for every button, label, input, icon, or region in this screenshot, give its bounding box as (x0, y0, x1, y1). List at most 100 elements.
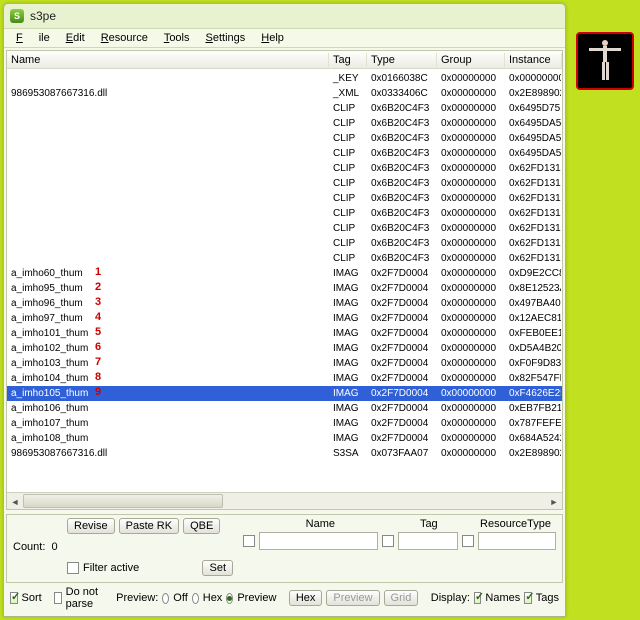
col-type[interactable]: Type (367, 53, 437, 67)
scroll-right-icon[interactable]: ► (546, 493, 562, 510)
table-row[interactable]: a_imho102_thumIMAG0x2F7D00040x000000000x… (7, 341, 562, 356)
tags-checkbox[interactable] (524, 592, 532, 604)
table-row[interactable]: CLIP0x6B20C4F30x000000000x6495DA51437878 (7, 116, 562, 131)
set-button[interactable]: Set (202, 560, 233, 576)
col-tag[interactable]: Tag (329, 53, 367, 67)
cell-type: 0x2F7D0004 (367, 372, 437, 385)
annotation-number: 7 (95, 356, 101, 368)
table-row[interactable]: _KEY0x0166038C0x000000000x0000000000000 (7, 71, 562, 86)
paste-rk-button[interactable]: Paste RK (119, 518, 179, 534)
list-header[interactable]: Name Tag Type Group Instance (7, 51, 562, 69)
cell-instance: 0x2E898902ECCA8 (505, 87, 562, 100)
cell-type: 0x6B20C4F3 (367, 162, 437, 175)
annotation-number: 4 (95, 311, 101, 323)
qbe-button[interactable]: QBE (183, 518, 220, 534)
table-row[interactable]: CLIP0x6B20C4F30x000000000x6495DA51437878 (7, 131, 562, 146)
table-row[interactable]: a_imho103_thumIMAG0x2F7D00040x000000000x… (7, 356, 562, 371)
name-field[interactable] (259, 532, 378, 550)
cell-name (7, 108, 329, 110)
cell-name (7, 213, 329, 215)
table-row[interactable]: 986953087667316.dll_XML0x0333406C0x00000… (7, 86, 562, 101)
tag-filter-checkbox[interactable] (382, 535, 394, 547)
table-row[interactable]: a_imho101_thumIMAG0x2F7D00040x000000000x… (7, 326, 562, 341)
cell-instance: 0x787FEFE6CE18A (505, 417, 562, 430)
cell-name: a_imho104_thum (7, 372, 329, 385)
table-row[interactable]: a_imho106_thumIMAG0x2F7D00040x000000000x… (7, 401, 562, 416)
scroll-left-icon[interactable]: ◄ (7, 493, 23, 510)
rows-container: _KEY0x0166038C0x000000000x00000000000009… (7, 69, 562, 492)
preview-off-radio[interactable] (162, 593, 169, 604)
filter-active-checkbox[interactable] (67, 562, 79, 574)
cell-tag: _XML (329, 87, 367, 100)
app-icon: S (10, 9, 24, 23)
menu-edit[interactable]: Edit (58, 30, 93, 46)
cell-instance: 0xF0F9D838E04979 (505, 357, 562, 370)
menu-file[interactable]: File (8, 30, 58, 46)
revise-button[interactable]: Revise (67, 518, 115, 534)
names-label: Names (485, 592, 520, 604)
cell-group: 0x00000000 (437, 162, 505, 175)
cell-name: a_imho103_thum (7, 357, 329, 370)
table-row[interactable]: a_imho107_thumIMAG0x2F7D00040x000000000x… (7, 416, 562, 431)
table-row[interactable]: a_imho96_thumIMAG0x2F7D00040x000000000x4… (7, 296, 562, 311)
cell-type: 0x6B20C4F3 (367, 177, 437, 190)
table-row[interactable]: a_imho108_thumIMAG0x2F7D00040x000000000x… (7, 431, 562, 446)
cell-name (7, 168, 329, 170)
cell-type: 0x6B20C4F3 (367, 132, 437, 145)
cell-instance: 0xEB7FB21C0102A3 (505, 402, 562, 415)
hex-button[interactable]: Hex (289, 590, 323, 606)
menu-tools[interactable]: Tools (156, 30, 198, 46)
table-row[interactable]: a_imho60_thumIMAG0x2F7D00040x000000000xD… (7, 266, 562, 281)
table-row[interactable]: a_imho105_thumIMAG0x2F7D00040x000000000x… (7, 386, 562, 401)
scroll-thumb[interactable] (23, 494, 223, 508)
cell-type: 0x2F7D0004 (367, 432, 437, 445)
menubar: File Edit Resource Tools Settings Help (4, 28, 565, 48)
table-row[interactable]: CLIP0x6B20C4F30x000000000x62FD1315A599E8 (7, 251, 562, 266)
sort-checkbox[interactable] (10, 592, 18, 604)
cell-type: 0x6B20C4F3 (367, 237, 437, 250)
menu-settings[interactable]: Settings (198, 30, 254, 46)
do-not-parse-checkbox[interactable] (54, 592, 62, 604)
menu-resource[interactable]: Resource (93, 30, 156, 46)
table-row[interactable]: CLIP0x6B20C4F30x000000000x62FD1315A599E8 (7, 176, 562, 191)
cell-instance: 0xD9E2CC805EA95 (505, 267, 562, 280)
preview-preview-label: Preview (237, 592, 276, 604)
h-scrollbar[interactable]: ◄ ► (7, 492, 562, 509)
cell-name: a_imho106_thum (7, 402, 329, 415)
table-row[interactable]: CLIP0x6B20C4F30x000000000x62FD1315A599E8 (7, 221, 562, 236)
cell-type: 0x6B20C4F3 (367, 207, 437, 220)
menu-help[interactable]: Help (253, 30, 292, 46)
restype-field[interactable] (478, 532, 556, 550)
table-row[interactable]: CLIP0x6B20C4F30x000000000x62FD1315A599E8 (7, 161, 562, 176)
cell-type: 0x2F7D0004 (367, 387, 437, 400)
cell-type: 0x2F7D0004 (367, 357, 437, 370)
names-checkbox[interactable] (474, 592, 482, 604)
preview-button[interactable]: Preview (326, 590, 379, 606)
table-row[interactable]: CLIP0x6B20C4F30x000000000x62FD1315A599E8 (7, 206, 562, 221)
table-row[interactable]: CLIP0x6B20C4F30x000000000x6495DA51437878 (7, 146, 562, 161)
col-group[interactable]: Group (437, 53, 505, 67)
table-row[interactable]: a_imho95_thumIMAG0x2F7D00040x000000000x8… (7, 281, 562, 296)
table-row[interactable]: CLIP0x6B20C4F30x000000000x62FD1315A599E8 (7, 191, 562, 206)
table-row[interactable]: a_imho104_thumIMAG0x2F7D00040x000000000x… (7, 371, 562, 386)
preview-preview-radio[interactable] (226, 593, 233, 604)
cell-group: 0x00000000 (437, 402, 505, 415)
titlebar[interactable]: S s3pe (4, 4, 565, 28)
table-row[interactable]: CLIP0x6B20C4F30x000000000x62FD1315A599E8 (7, 236, 562, 251)
col-name[interactable]: Name (7, 53, 329, 67)
resource-list[interactable]: Name Tag Type Group Instance _KEY0x01660… (6, 50, 563, 510)
table-row[interactable]: 986953087667316.dllS3SA0x073FAA070x00000… (7, 446, 562, 461)
restype-filter-checkbox[interactable] (462, 535, 474, 547)
name-filter-checkbox[interactable] (243, 535, 255, 547)
col-instance[interactable]: Instance (505, 53, 562, 67)
cell-type: 0x0166038C (367, 72, 437, 85)
tag-field[interactable] (398, 532, 458, 550)
restype-header: ResourceType (475, 518, 556, 530)
table-row[interactable]: CLIP0x6B20C4F30x000000000x6495D751437871 (7, 101, 562, 116)
grid-button[interactable]: Grid (384, 590, 419, 606)
cell-type: 0x6B20C4F3 (367, 117, 437, 130)
cell-instance: 0x62FD1315A599E8 (505, 237, 562, 250)
cell-name (7, 228, 329, 230)
table-row[interactable]: a_imho97_thumIMAG0x2F7D00040x000000000x1… (7, 311, 562, 326)
preview-hex-radio[interactable] (192, 593, 199, 604)
